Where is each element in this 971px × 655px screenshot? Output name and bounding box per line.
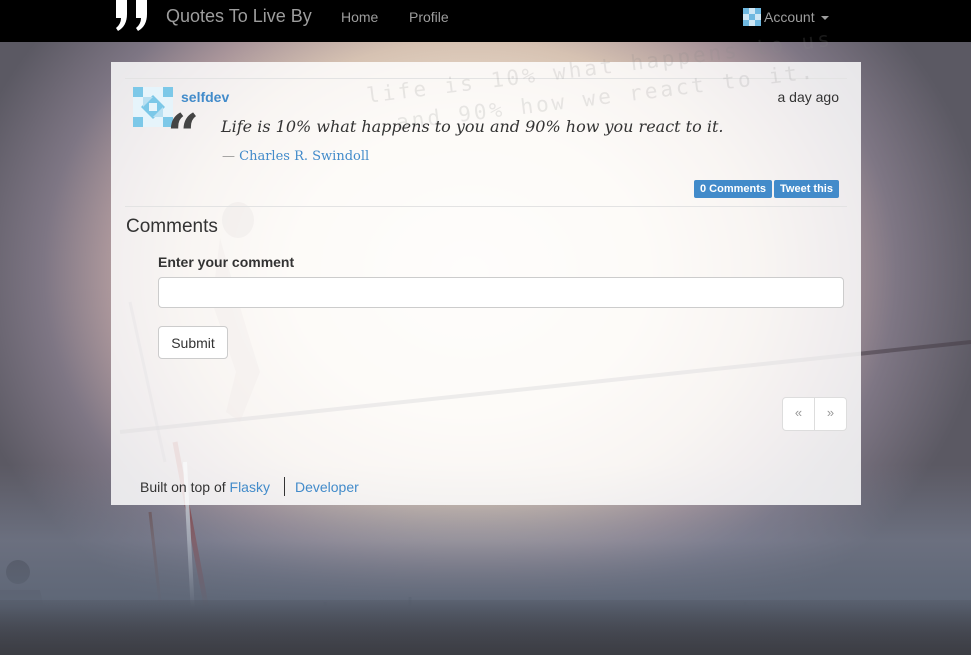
pagination-next[interactable]: » [814, 398, 846, 430]
nav-profile[interactable]: Profile [409, 9, 449, 25]
chevron-down-icon [820, 16, 829, 20]
main-panel: life is 10% what happens to us and 90% h… [111, 27, 861, 505]
account-dropdown[interactable]: Account [743, 8, 829, 26]
quote-post: life is 10% what happens to us and 90% h… [125, 27, 847, 207]
navbar: Quotes To Live By Home Profile Account [0, 0, 971, 42]
tweet-button[interactable]: Tweet this [774, 180, 839, 198]
comments-heading: Comments [126, 216, 218, 237]
quote-mark-icon: “ [167, 102, 200, 168]
beach [0, 600, 971, 655]
author-link[interactable]: Charles R. Swindoll [239, 149, 369, 164]
submit-button[interactable]: Submit [158, 326, 228, 359]
comments-count-button[interactable]: 0 Comments [694, 180, 773, 198]
quote-author: — Charles R. Swindoll [222, 149, 369, 164]
post-timestamp: a day ago [777, 89, 840, 105]
footer: Built on top of Flasky Developer [140, 477, 359, 496]
account-label: Account [764, 9, 815, 25]
quote-logo-icon[interactable] [114, 0, 156, 32]
brand-title[interactable]: Quotes To Live By [166, 6, 312, 27]
author-dash: — [222, 149, 235, 164]
nav-home[interactable]: Home [341, 9, 378, 25]
account-avatar-icon [743, 8, 761, 26]
footer-built-text: Built on top of [140, 478, 226, 495]
pagination-prev[interactable]: « [783, 398, 814, 430]
comment-input[interactable] [158, 277, 844, 308]
pagination: « » [782, 397, 847, 431]
footer-divider [283, 477, 285, 496]
comment-input-label: Enter your comment [158, 254, 295, 270]
developer-link[interactable]: Developer [295, 479, 359, 495]
flasky-link[interactable]: Flasky [230, 479, 270, 495]
quote-text: Life is 10% what happens to you and 90% … [221, 117, 724, 136]
